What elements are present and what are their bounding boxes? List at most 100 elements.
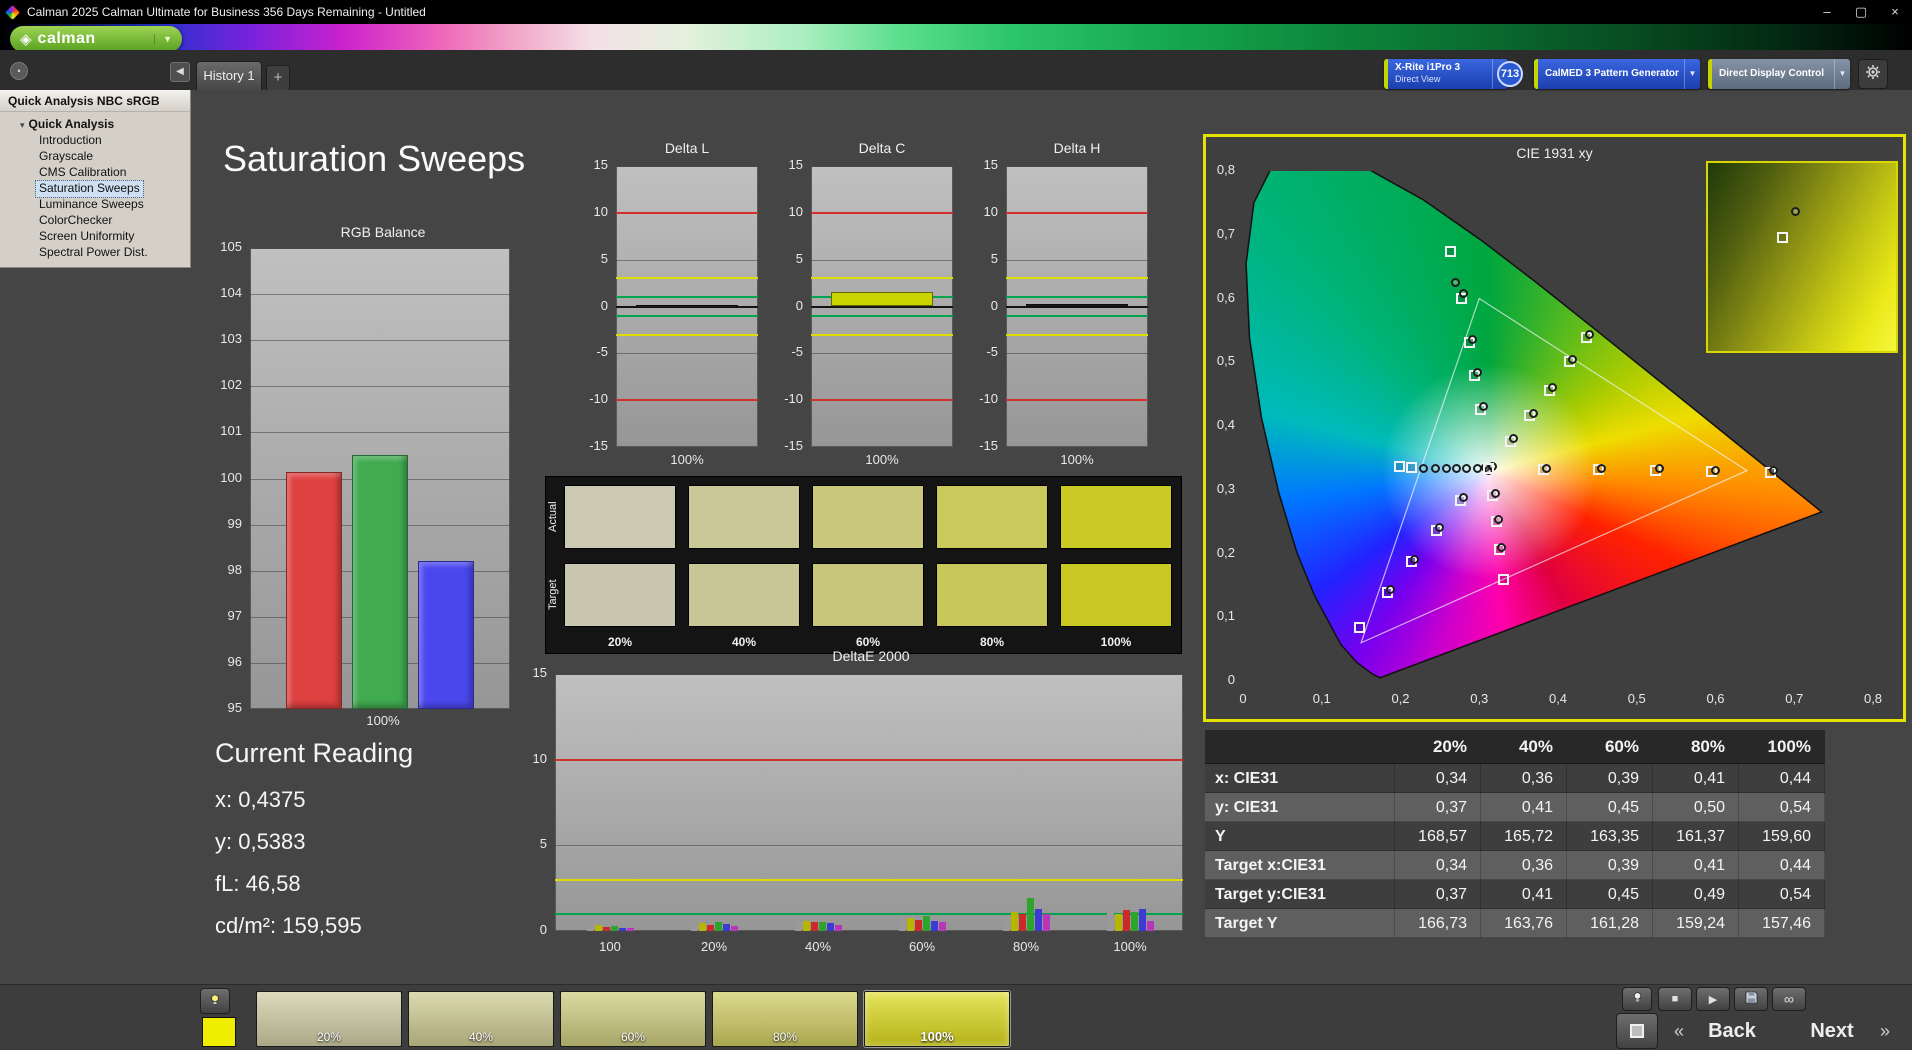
table-cell: 0,44: [1739, 851, 1825, 880]
chart-title: Delta H: [1053, 140, 1101, 156]
delta-e-bar: [690, 925, 698, 931]
patch-button-40[interactable]: 40%: [408, 991, 554, 1047]
current-reading-lines: x: 0,4375 y: 0,5383 fL: 46,58 cd/m²: 159,59…: [215, 787, 413, 939]
reference-line: [1006, 296, 1148, 299]
patch-button-100[interactable]: 100%: [864, 991, 1010, 1047]
swatch-column-label: 80%: [979, 635, 1005, 649]
patch-button-60[interactable]: 60%: [560, 991, 706, 1047]
reference-line: [1006, 333, 1148, 336]
y-tick-label: 5: [795, 250, 803, 266]
chart-title: DeltaE 2000: [832, 648, 910, 664]
minimize-button[interactable]: –: [1810, 0, 1844, 24]
patch-button-80[interactable]: 80%: [712, 991, 858, 1047]
delta-bar: [636, 304, 738, 308]
active-patch-swatch: [202, 1017, 236, 1047]
swatch-actual-40: [688, 485, 800, 549]
delta-e-bar: [810, 922, 818, 931]
pin-button[interactable]: •: [10, 62, 28, 80]
back-button[interactable]: Back: [1694, 1015, 1770, 1047]
sidebar-tree: Introduction Grayscale CMS Calibration Satu…: [0, 133, 190, 261]
table-cell: 0,37: [1395, 880, 1481, 909]
stop-session-button[interactable]: [1616, 1013, 1658, 1049]
x-axis-label: 100%: [865, 452, 899, 467]
table-cell: 159,60: [1739, 822, 1825, 851]
lamp-button[interactable]: [200, 988, 230, 1014]
target-marker: [1777, 232, 1789, 244]
gridline: [811, 259, 953, 261]
delta-h-plot: [1006, 166, 1148, 447]
y-tick-label: 15: [788, 157, 803, 172]
delta-e-chart: DeltaE 2000 15 10 5 0 100 20% 40% 60% 80% 100%: [509, 648, 1189, 954]
rainbow-strip: [0, 24, 1912, 50]
measurement-marker: [1493, 514, 1503, 524]
measurement-marker: [1490, 489, 1500, 499]
sidebar-item-saturation-sweeps[interactable]: Saturation Sweeps: [35, 180, 144, 198]
sidebar-item-screen-uniformity[interactable]: Screen Uniformity: [36, 229, 137, 245]
x-tick-label: 80%: [1012, 939, 1040, 954]
sidebar-item-spectral-power-dist[interactable]: Spectral Power Dist.: [36, 245, 151, 261]
add-tab-button[interactable]: +: [266, 65, 290, 90]
gridline: [1006, 353, 1148, 355]
loop-button[interactable]: ∞: [1772, 987, 1806, 1011]
bar-blue: [418, 561, 474, 709]
maximize-button[interactable]: ▢: [1844, 0, 1878, 24]
y-tick-label: 102: [220, 377, 242, 393]
gear-icon: [1865, 64, 1881, 85]
sidebar-item-colorchecker[interactable]: ColorChecker: [36, 213, 115, 229]
x-axis-label: 100%: [1060, 452, 1094, 467]
pattern-generator-dropdown[interactable]: CalMED 3 Pattern Generator ▼: [1534, 59, 1700, 89]
play-button[interactable]: ▶: [1696, 987, 1730, 1011]
x-tick-label: 0,5: [1627, 691, 1646, 706]
delta-e-bar: [938, 922, 946, 931]
lamp-button-2[interactable]: [1622, 987, 1652, 1011]
y-tick-label: -10: [979, 391, 998, 407]
reference-line: [616, 399, 758, 402]
swatch-actual-60: [812, 485, 924, 549]
delta-e-bar: [906, 918, 914, 931]
close-button[interactable]: ×: [1878, 0, 1912, 24]
next-chevron-button[interactable]: »: [1872, 1015, 1898, 1047]
calman-logo-label: calman: [37, 30, 96, 47]
table-cell: 0,39: [1567, 764, 1653, 793]
reference-line: [1006, 314, 1148, 317]
measurement-marker: [1541, 463, 1551, 473]
swatch-actual-80: [936, 485, 1048, 549]
meter-dropdown[interactable]: X-Rite i1Pro 3 Direct View ▼: [1384, 59, 1508, 89]
patch-button-20[interactable]: 20%: [256, 991, 402, 1047]
delta-e-bar: [1010, 912, 1018, 931]
page-title: Saturation Sweeps: [223, 138, 526, 179]
x-axis-label: 100%: [670, 452, 704, 467]
measurement-marker: [1430, 463, 1440, 473]
sidebar-tree-root[interactable]: Quick Analysis: [0, 116, 190, 133]
back-chevron-button[interactable]: «: [1666, 1015, 1692, 1047]
sidebar-item-cms-calibration[interactable]: CMS Calibration: [36, 165, 129, 181]
next-button[interactable]: Next: [1794, 1015, 1870, 1047]
delta-e-bar: [794, 923, 802, 931]
target-marker: [1444, 245, 1456, 257]
swatch-column-label: 60%: [855, 635, 881, 649]
pattern-generator-label: CalMED 3 Pattern Generator: [1545, 68, 1679, 79]
delta-e-bar: [714, 922, 722, 931]
patch-label: 100%: [920, 1029, 954, 1044]
chevron-down-icon: ▼: [1684, 59, 1700, 89]
save-button[interactable]: [1734, 987, 1768, 1011]
display-control-dropdown[interactable]: Direct Display Control ▼: [1708, 59, 1850, 89]
reference-line: [1006, 399, 1148, 402]
tab-history-1[interactable]: History 1: [196, 61, 262, 90]
delta-e-bar: [802, 920, 810, 931]
y-tick-label: 15: [983, 157, 998, 172]
sidebar-collapse-button[interactable]: ◀: [170, 62, 190, 82]
measurement-marker: [1791, 206, 1801, 216]
y-tick-label: 10: [788, 203, 803, 219]
table-row-label: x: CIE31: [1205, 764, 1395, 793]
rgb-balance-plot: [250, 248, 510, 709]
delta-e-bar: [922, 915, 930, 931]
stop-button[interactable]: ■: [1658, 987, 1692, 1011]
sidebar-item-grayscale[interactable]: Grayscale: [36, 149, 96, 165]
sidebar-item-introduction[interactable]: Introduction: [36, 133, 105, 149]
sidebar-item-luminance-sweeps[interactable]: Luminance Sweeps: [36, 197, 147, 213]
calman-logo-icon: ◈: [20, 30, 32, 48]
measurement-marker: [1478, 401, 1488, 411]
settings-button[interactable]: [1858, 59, 1888, 89]
calman-logo-button[interactable]: ◈ calman ▼: [10, 26, 182, 52]
